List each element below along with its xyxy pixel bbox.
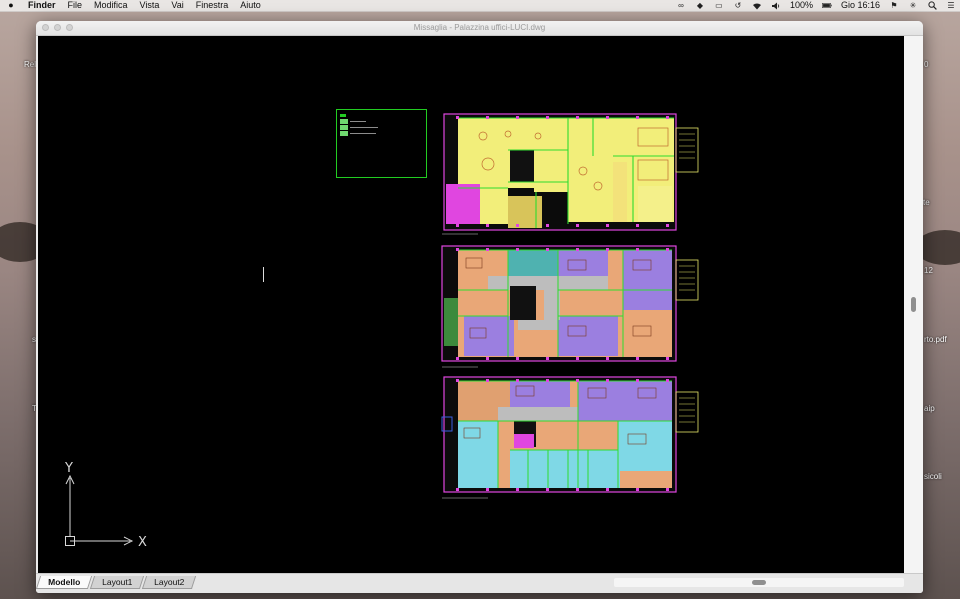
menu-vai[interactable]: Vai <box>171 0 183 11</box>
apple-icon[interactable]: ● <box>6 0 16 11</box>
ucs-x-label: X <box>138 535 147 550</box>
tab-layout2[interactable]: Layout2 <box>142 576 197 589</box>
menu-app-name[interactable]: Finder <box>28 0 56 11</box>
desktop-label[interactable]: rto.pdf <box>924 335 947 344</box>
tab-layout2-label: Layout2 <box>154 577 185 587</box>
menu-file[interactable]: File <box>68 0 83 11</box>
horizontal-scrollbar[interactable] <box>614 578 904 587</box>
clock[interactable]: Gio 16:16 <box>841 0 880 11</box>
menu-bar-left: ● Finder File Modifica Vista Vai Finestr… <box>6 0 273 11</box>
search-icon[interactable] <box>927 1 937 10</box>
tab-layout1-label: Layout1 <box>102 577 133 587</box>
layout-tab-bar: Modello Layout1 Layout2 <box>36 573 923 593</box>
horizontal-scroll-thumb[interactable] <box>752 580 766 585</box>
vertical-scrollbar[interactable] <box>904 36 923 573</box>
notification-center-icon[interactable]: ☰ <box>946 1 956 10</box>
display-icon[interactable]: ▭ <box>714 1 724 10</box>
menu-finestra[interactable]: Finestra <box>196 0 229 11</box>
wifi-icon[interactable] <box>752 1 762 10</box>
tab-modello-label: Modello <box>48 577 81 587</box>
vertical-scroll-thumb[interactable] <box>911 297 916 312</box>
layout-tabs: Modello Layout1 Layout2 <box>36 576 197 589</box>
tab-layout1[interactable]: Layout1 <box>89 576 145 589</box>
floor-plan-middle <box>441 245 699 368</box>
menu-aiuto[interactable]: Aiuto <box>240 0 261 11</box>
desktop-label[interactable]: sicoli <box>924 472 942 481</box>
battery-percent: 100% <box>789 0 813 10</box>
menu-bar-status: ∞ ◆ ▭ ↺ 100% Gio 16:16 ⚑ ✳ ☰ <box>676 0 956 11</box>
creative-cloud-icon[interactable]: ∞ <box>676 1 686 10</box>
desktop-label[interactable]: aip <box>924 404 935 413</box>
time-machine-icon[interactable]: ↺ <box>733 1 743 10</box>
ucs-icon: Y X <box>64 461 147 550</box>
flag-icon[interactable]: ⚑ <box>889 1 899 10</box>
desktop-label[interactable]: 12 <box>924 266 933 275</box>
volume-icon[interactable] <box>771 1 781 10</box>
desktop-label[interactable]: 0 <box>924 60 928 69</box>
menu-vista[interactable]: Vista <box>140 0 160 11</box>
menu-bar: ● Finder File Modifica Vista Vai Finestr… <box>0 0 960 12</box>
drawing-svg: Y X <box>64 109 699 550</box>
window-title: Missaglia - Palazzina uffici-LUCI.dwg <box>413 23 546 32</box>
menu-modifica[interactable]: Modifica <box>94 0 128 11</box>
window-titlebar[interactable]: Missaglia - Palazzina uffici-LUCI.dwg <box>36 21 923 36</box>
battery-icon[interactable] <box>822 1 832 10</box>
desktop-label[interactable]: te <box>923 198 930 207</box>
floor-plan-top <box>442 113 699 235</box>
legend-box <box>336 109 427 178</box>
drawing-canvas[interactable]: Y X <box>38 36 904 573</box>
floor-plan-bottom <box>441 376 699 499</box>
ucs-y-label: Y <box>64 461 73 476</box>
bluetooth-icon[interactable]: ✳ <box>908 1 918 10</box>
drawing-window: Missaglia - Palazzina uffici-LUCI.dwg Y … <box>36 21 923 593</box>
dropbox-icon[interactable]: ◆ <box>695 1 705 10</box>
tab-modello[interactable]: Modello <box>36 576 93 589</box>
desktop-label[interactable]: Rel <box>24 60 36 69</box>
